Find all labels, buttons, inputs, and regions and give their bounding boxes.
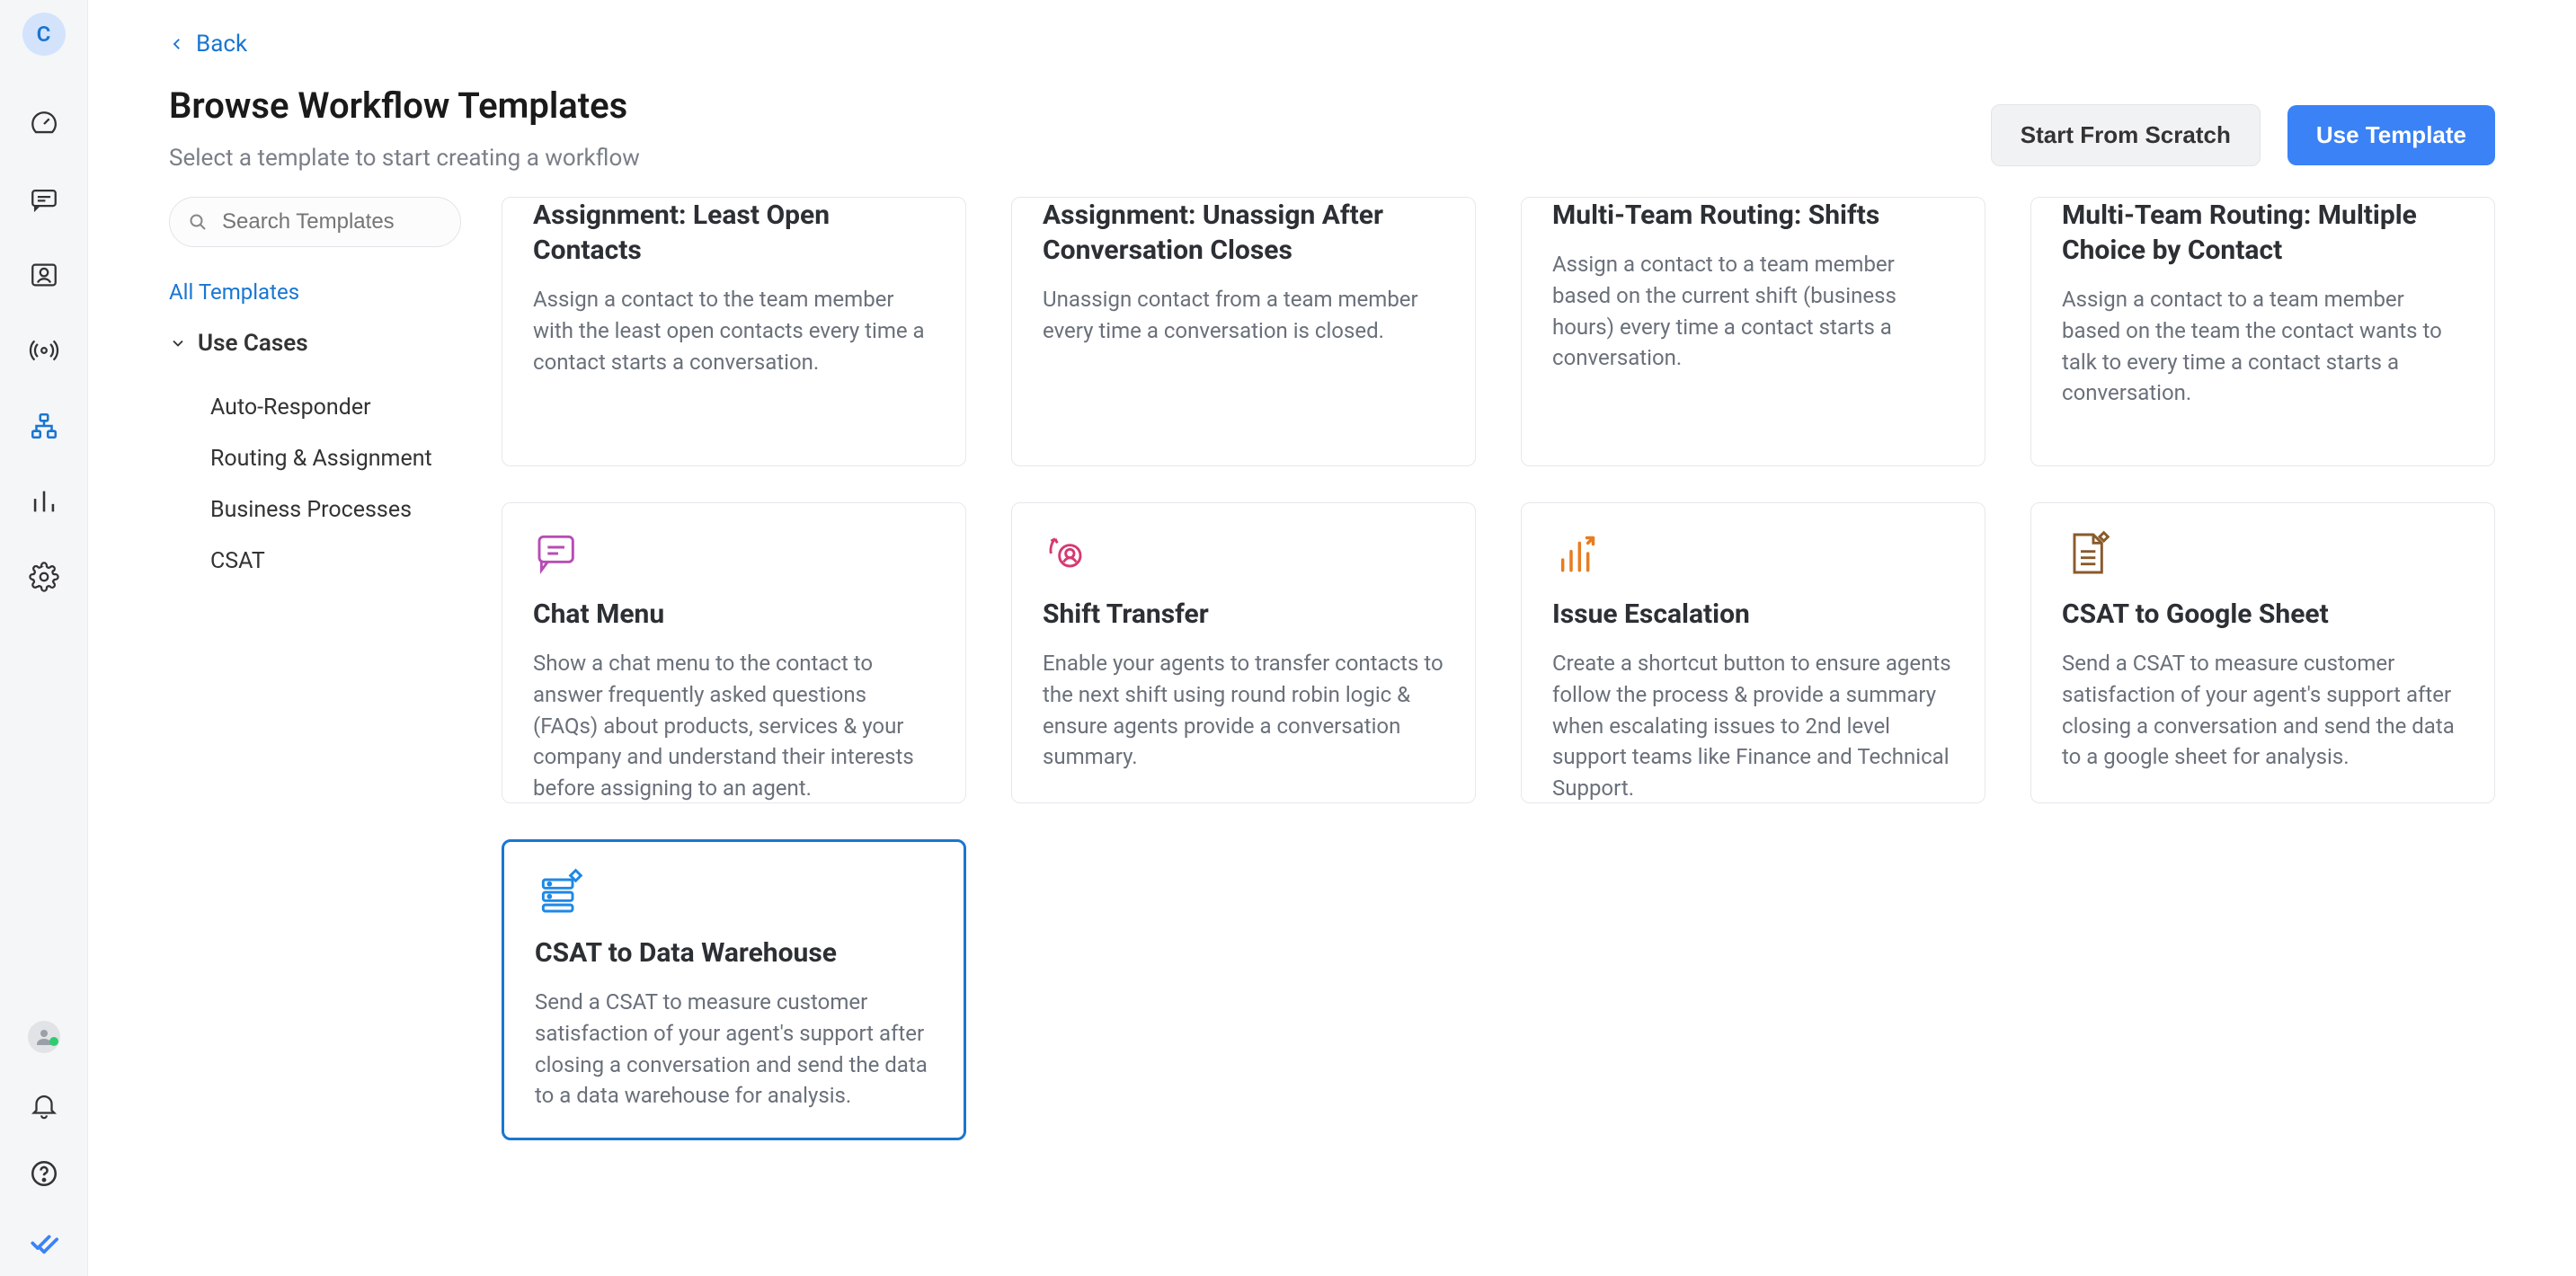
card-title: Chat Menu [533, 597, 935, 632]
nav-contacts[interactable] [22, 253, 66, 297]
presence-dot [49, 1037, 58, 1046]
template-card-issue-escalation[interactable]: Issue Escalation Create a shortcut butto… [1521, 502, 1985, 803]
template-card-assignment-unassign[interactable]: Assignment: Unassign After Conversation … [1011, 197, 1476, 466]
brand-check-icon [29, 1227, 59, 1257]
template-card-chat-menu[interactable]: Chat Menu Show a chat menu to the contac… [502, 502, 966, 803]
chevron-down-icon [169, 334, 187, 352]
chevron-left-icon [169, 36, 185, 52]
template-card-assignment-least-open[interactable]: Assignment: Least Open Contacts Assign a… [502, 197, 966, 466]
card-desc: Enable your agents to transfer contacts … [1043, 648, 1444, 773]
card-title: Multi-Team Routing: Shifts [1552, 198, 1954, 233]
template-card-multi-team-shifts[interactable]: Multi-Team Routing: Shifts Assign a cont… [1521, 197, 1985, 466]
page-title: Browse Workflow Templates [169, 84, 640, 127]
help-icon [29, 1158, 59, 1189]
card-desc: Assign a contact to the team member with… [533, 284, 935, 377]
sidebar-item-csat[interactable]: CSAT [169, 536, 475, 587]
template-card-multi-team-choice[interactable]: Multi-Team Routing: Multiple Choice by C… [2030, 197, 2495, 466]
chat-bubble-icon [533, 528, 935, 580]
card-desc: Send a CSAT to measure customer satisfac… [535, 987, 933, 1112]
back-label: Back [196, 31, 247, 58]
shift-transfer-icon [1043, 528, 1444, 580]
sidebar-group-use-cases[interactable]: Use Cases [169, 330, 475, 357]
bell-icon [29, 1090, 59, 1121]
gear-icon [29, 562, 59, 592]
sheet-icon [2062, 528, 2464, 580]
search-icon [187, 211, 209, 236]
nav-notifications[interactable] [22, 1084, 66, 1127]
data-warehouse-icon [535, 867, 933, 919]
card-title: Assignment: Least Open Contacts [533, 198, 935, 268]
card-title: Issue Escalation [1552, 597, 1954, 632]
card-desc: Create a shortcut button to ensure agent… [1552, 648, 1954, 804]
nav-reports[interactable] [22, 480, 66, 523]
all-templates-link[interactable]: All Templates [169, 279, 299, 305]
nav-brand[interactable] [22, 1220, 66, 1263]
card-desc: Assign a contact to a team member based … [2062, 284, 2464, 409]
sidebar-item-business-processes[interactable]: Business Processes [169, 484, 475, 536]
card-title: CSAT to Data Warehouse [535, 935, 933, 970]
search-input[interactable] [169, 197, 461, 247]
nav-broadcast[interactable] [22, 329, 66, 372]
card-title: Multi-Team Routing: Multiple Choice by C… [2062, 198, 2464, 268]
sidebar-item-routing-assignment[interactable]: Routing & Assignment [169, 433, 475, 484]
nav-profile[interactable] [22, 1015, 66, 1059]
back-link[interactable]: Back [169, 31, 247, 58]
escalation-icon [1552, 528, 1954, 580]
nav-dashboard[interactable] [22, 102, 66, 146]
template-card-csat-google-sheet[interactable]: CSAT to Google Sheet Send a CSAT to meas… [2030, 502, 2495, 803]
template-card-shift-transfer[interactable]: Shift Transfer Enable your agents to tra… [1011, 502, 1476, 803]
card-desc: Send a CSAT to measure customer satisfac… [2062, 648, 2464, 773]
start-from-scratch-button[interactable]: Start From Scratch [1991, 104, 2261, 166]
card-desc: Show a chat menu to the contact to answe… [533, 648, 935, 804]
sidebar-item-auto-responder[interactable]: Auto-Responder [169, 382, 475, 433]
nav-messages[interactable] [22, 178, 66, 221]
template-card-csat-data-warehouse[interactable]: CSAT to Data Warehouse Send a CSAT to me… [502, 839, 966, 1140]
chat-icon [29, 184, 59, 215]
broadcast-icon [29, 335, 59, 366]
nav-settings[interactable] [22, 555, 66, 598]
use-template-button[interactable]: Use Template [2287, 105, 2495, 165]
org-avatar[interactable]: C [22, 13, 66, 56]
card-title: CSAT to Google Sheet [2062, 597, 2464, 632]
card-desc: Unassign contact from a team member ever… [1043, 284, 1444, 347]
card-desc: Assign a contact to a team member based … [1552, 249, 1954, 374]
sidebar-group-label: Use Cases [198, 330, 308, 357]
contact-card-icon [29, 260, 59, 290]
workflow-icon [29, 411, 59, 441]
card-title: Shift Transfer [1043, 597, 1444, 632]
speedometer-icon [29, 109, 59, 139]
nav-help[interactable] [22, 1152, 66, 1195]
page-subtitle: Select a template to start creating a wo… [169, 145, 640, 172]
nav-workflows[interactable] [22, 404, 66, 447]
card-title: Assignment: Unassign After Conversation … [1043, 198, 1444, 268]
bars-icon [29, 486, 59, 517]
